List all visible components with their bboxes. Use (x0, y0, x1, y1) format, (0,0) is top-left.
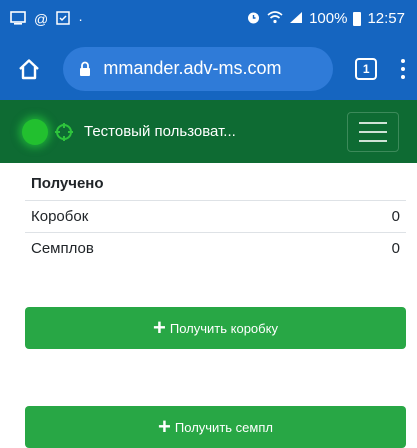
checkbox-icon (56, 10, 70, 27)
plus-icon: + (153, 315, 166, 340)
home-button[interactable] (16, 56, 41, 82)
app-navbar: Тестовый пользоват... (0, 100, 417, 163)
get-sample-label: Получить семпл (174, 419, 273, 435)
row-label: Коробок (31, 208, 89, 225)
at-icon: @ (34, 10, 49, 27)
plus-icon: + (158, 414, 171, 439)
table-row: Коробок 0 (25, 200, 406, 232)
get-box-button[interactable]: + Получить коробку (25, 307, 406, 349)
online-status-indicator (22, 118, 48, 145)
table-row: Семплов 0 (25, 232, 406, 264)
menu-dot (401, 66, 405, 71)
url-text: mmander.adv-ms.com (103, 58, 282, 78)
dot-icon: · (78, 10, 83, 27)
row-value: 0 (391, 208, 400, 225)
browser-menu-button[interactable] (401, 58, 405, 79)
row-label: Семплов (31, 240, 94, 257)
get-box-label: Получить коробку (169, 320, 278, 336)
received-heading: Получено (31, 175, 104, 192)
hamburger-line (359, 140, 387, 142)
crosshair-icon (54, 122, 74, 142)
menu-dot (401, 58, 405, 63)
url-bar[interactable]: mmander.adv-ms.com (63, 46, 334, 91)
battery-percent: 100% (309, 10, 348, 27)
tabs-button[interactable]: 1 (355, 57, 377, 80)
alarm-icon (246, 10, 261, 27)
status-right: 100% 12:57 (246, 10, 405, 27)
hamburger-line (359, 131, 387, 133)
navbar-toggle-button[interactable] (347, 112, 399, 152)
row-value: 0 (391, 240, 400, 257)
clock-time: 12:57 (367, 10, 405, 27)
lock-icon (79, 61, 91, 76)
battery-icon (353, 11, 362, 26)
get-sample-button[interactable]: + Получить семпл (25, 406, 406, 448)
home-icon (18, 58, 39, 79)
status-bar: @ · 100% 12:57 (0, 0, 417, 37)
wifi-icon (267, 11, 283, 26)
status-left-icons: @ · (10, 10, 83, 27)
browser-toolbar: mmander.adv-ms.com 1 (0, 37, 417, 100)
menu-dot (401, 74, 405, 79)
signal-icon (289, 11, 303, 26)
user-name[interactable]: Тестовый пользоват... (84, 123, 236, 140)
screen-icon (10, 10, 26, 27)
hamburger-line (359, 122, 387, 124)
